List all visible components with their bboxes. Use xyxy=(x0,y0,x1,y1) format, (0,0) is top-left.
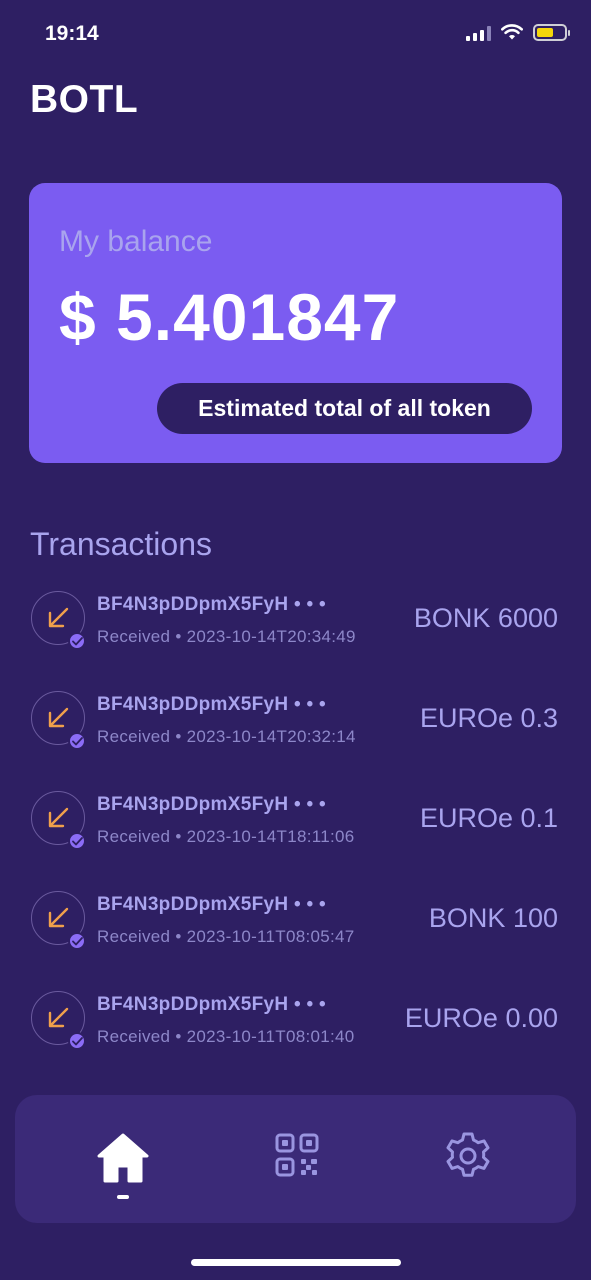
gear-icon xyxy=(446,1132,490,1177)
check-badge-icon xyxy=(68,732,86,750)
arrow-down-left-icon xyxy=(48,907,69,928)
transaction-amount: EUROe 0.00 xyxy=(404,1003,558,1033)
transaction-row[interactable]: BF4N3pDDpmX5FyH • • • Received • 2023-10… xyxy=(0,985,591,1085)
transaction-row[interactable]: BF4N3pDDpmX5FyH • • • Received • 2023-10… xyxy=(0,585,591,685)
balance-amount: $ 5.401847 xyxy=(59,280,400,354)
qr-code-icon xyxy=(275,1133,319,1177)
nav-active-indicator xyxy=(117,1195,129,1199)
meta-separator: • xyxy=(175,927,187,946)
status-icons xyxy=(466,24,570,41)
received-icon xyxy=(31,891,86,950)
balance-card: My balance $ 5.401847 Estimated total of… xyxy=(29,183,562,463)
transaction-timestamp: 2023-10-14T20:32:14 xyxy=(186,727,356,746)
transaction-meta: Received • 2023-10-14T18:11:06 xyxy=(97,827,355,847)
meta-separator: • xyxy=(175,1027,187,1046)
nav-home[interactable] xyxy=(93,1131,153,1201)
status-time: 19:14 xyxy=(45,22,99,45)
transaction-timestamp: 2023-10-11T08:05:47 xyxy=(186,927,355,946)
transaction-status: Received xyxy=(97,827,171,846)
check-badge-icon xyxy=(68,832,86,850)
arrow-down-left-icon xyxy=(48,1007,69,1028)
transaction-status: Received xyxy=(97,927,171,946)
received-icon xyxy=(31,591,86,650)
battery-icon xyxy=(533,24,570,41)
transaction-meta: Received • 2023-10-11T08:05:47 xyxy=(97,927,355,947)
transaction-timestamp: 2023-10-11T08:01:40 xyxy=(186,1027,355,1046)
nav-qr[interactable] xyxy=(267,1131,327,1201)
transaction-address: BF4N3pDDpmX5FyH • • • xyxy=(97,894,326,915)
transaction-row[interactable]: BF4N3pDDpmX5FyH • • • Received • 2023-10… xyxy=(0,685,591,785)
meta-separator: • xyxy=(175,727,187,746)
bottom-nav xyxy=(15,1095,576,1223)
battery-fill xyxy=(537,28,553,37)
home-indicator-bar xyxy=(191,1259,401,1266)
transaction-address: BF4N3pDDpmX5FyH • • • xyxy=(97,594,326,615)
check-badge-icon xyxy=(68,632,86,650)
nav-settings[interactable] xyxy=(438,1131,498,1201)
transactions-heading: Transactions xyxy=(30,526,212,562)
transaction-timestamp: 2023-10-14T18:11:06 xyxy=(186,827,355,846)
meta-separator: • xyxy=(175,627,187,646)
transaction-row[interactable]: BF4N3pDDpmX5FyH • • • Received • 2023-10… xyxy=(0,885,591,985)
wifi-icon xyxy=(501,24,523,40)
transaction-amount: EUROe 0.3 xyxy=(419,703,558,733)
transaction-meta: Received • 2023-10-14T20:32:14 xyxy=(97,727,356,747)
received-icon xyxy=(31,691,86,750)
transaction-timestamp: 2023-10-14T20:34:49 xyxy=(186,627,356,646)
app-title: BOTL xyxy=(30,78,139,121)
transaction-status: Received xyxy=(97,1027,171,1046)
transaction-amount: BONK 6000 xyxy=(413,603,558,633)
transaction-status: Received xyxy=(97,727,171,746)
check-badge-icon xyxy=(68,932,86,950)
meta-separator: • xyxy=(175,827,187,846)
transaction-row[interactable]: BF4N3pDDpmX5FyH • • • Received • 2023-10… xyxy=(0,785,591,885)
check-badge-icon xyxy=(68,1032,86,1050)
transaction-address: BF4N3pDDpmX5FyH • • • xyxy=(97,794,326,815)
transaction-meta: Received • 2023-10-11T08:01:40 xyxy=(97,1027,355,1047)
home-icon xyxy=(97,1133,149,1183)
transaction-status: Received xyxy=(97,627,171,646)
arrow-down-left-icon xyxy=(48,607,69,628)
estimated-total-button[interactable]: Estimated total of all token xyxy=(157,383,532,434)
transaction-meta: Received • 2023-10-14T20:34:49 xyxy=(97,627,356,647)
received-icon xyxy=(31,991,86,1050)
arrow-down-left-icon xyxy=(48,807,69,828)
received-icon xyxy=(31,791,86,850)
transaction-amount: EUROe 0.1 xyxy=(419,803,558,833)
balance-label: My balance xyxy=(59,225,213,258)
transactions-list: BF4N3pDDpmX5FyH • • • Received • 2023-10… xyxy=(0,585,591,1085)
transaction-address: BF4N3pDDpmX5FyH • • • xyxy=(97,694,326,715)
transaction-amount: BONK 100 xyxy=(428,903,558,933)
transaction-address: BF4N3pDDpmX5FyH • • • xyxy=(97,994,326,1015)
signal-icon xyxy=(466,25,491,41)
arrow-down-left-icon xyxy=(48,707,69,728)
status-bar: 19:14 xyxy=(0,0,591,70)
